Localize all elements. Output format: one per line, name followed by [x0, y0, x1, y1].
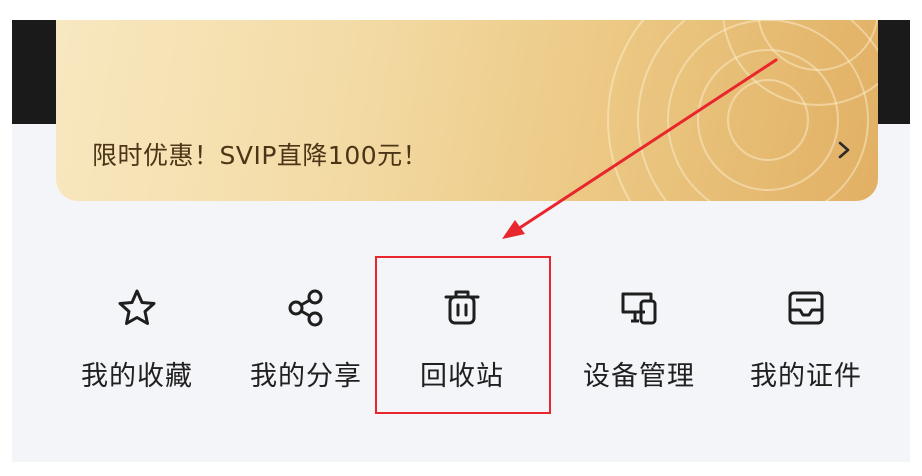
promo-text: 限时优惠！SVIP直降100元！ [92, 141, 429, 170]
my-shares-item[interactable]: 我的分享 [231, 282, 381, 402]
device-management-item[interactable]: 设备管理 [564, 282, 714, 402]
share-icon [288, 289, 323, 327]
my-documents-item[interactable]: 我的证件 [731, 282, 881, 402]
svip-promo-banner[interactable]: 限时优惠！SVIP直降100元！ [56, 20, 878, 201]
decorative-swirl [607, 20, 878, 201]
my-documents-label: 我的证件 [750, 361, 862, 392]
star-icon [118, 289, 156, 325]
trash-icon [444, 290, 480, 325]
favorites-item[interactable]: 我的收藏 [62, 282, 212, 402]
chevron-right-icon [838, 141, 850, 159]
recycle-bin-label: 回收站 [420, 361, 504, 392]
recycle-bin-item[interactable]: 回收站 [387, 282, 537, 402]
quick-actions-row: 我的收藏 我的分享 回收站 设备管理 我的证件 [12, 282, 910, 402]
my-shares-label: 我的分享 [250, 361, 362, 392]
id-card-icon [788, 291, 824, 325]
favorites-label: 我的收藏 [81, 361, 193, 392]
device-management-label: 设备管理 [583, 361, 695, 392]
devices-icon [621, 292, 657, 325]
app-screen: 限时优惠！SVIP直降100元！ 我的收藏 我的分享 回收站 设备管理 我的证件 [12, 20, 910, 462]
